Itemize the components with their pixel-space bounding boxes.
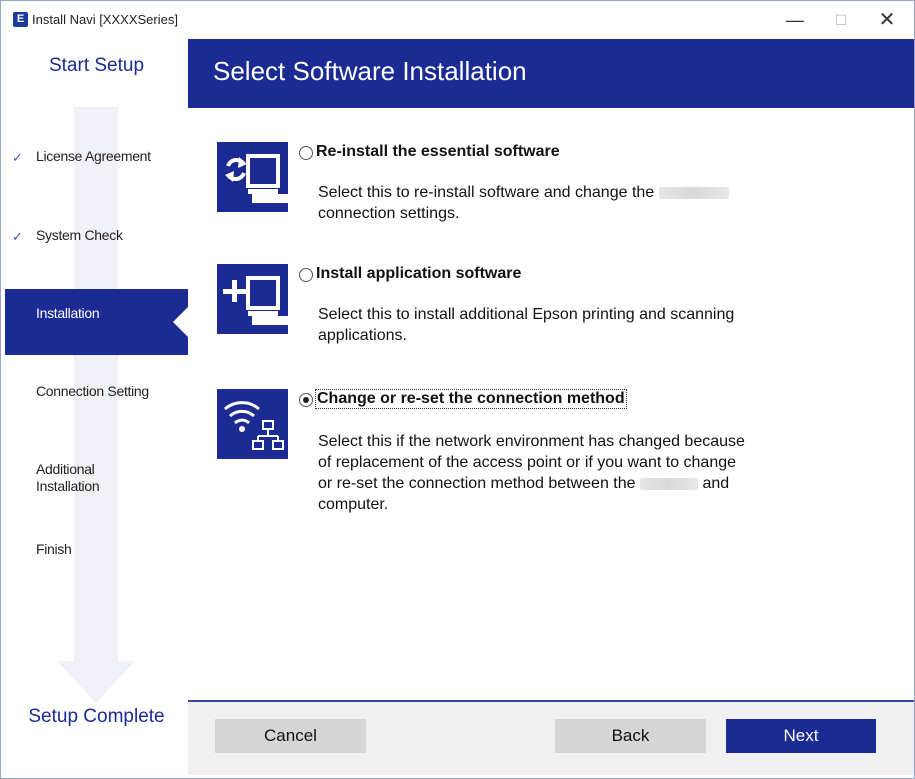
close-button[interactable]: ✕ (864, 5, 910, 35)
desc-text: of replacement of the access point or if… (318, 454, 737, 471)
wifi-network-icon (217, 389, 288, 459)
back-button[interactable]: Back (555, 719, 706, 753)
steps-sidebar: Start Setup ✓ License Agreement ✓ System… (5, 39, 188, 775)
radio-install-application[interactable] (299, 268, 313, 282)
maximize-button[interactable]: ☐ (818, 5, 864, 35)
option-description: Select this to re-install software and c… (318, 182, 838, 224)
add-application-icon (217, 264, 288, 334)
window-title: Install Navi [XXXXSeries] (32, 12, 178, 27)
step-installation-active: Installation (5, 289, 188, 355)
progress-arrow-head (57, 661, 135, 703)
desc-text: Select this to re-install software and c… (318, 184, 655, 201)
desc-text: applications. (318, 327, 407, 344)
step-label-line2: Installation (36, 478, 100, 494)
option-description: Select this if the network environment h… (318, 431, 838, 515)
redacted-printer-name (658, 186, 729, 199)
desc-text: Select this to install additional Epson … (318, 306, 735, 323)
step-label: License Agreement (36, 148, 151, 164)
option-description: Select this to install additional Epson … (318, 304, 838, 346)
desc-text: connection settings. (318, 205, 460, 222)
redacted-printer-name (639, 477, 698, 490)
check-icon: ✓ (12, 229, 23, 244)
desc-text: or re-set the connection method between … (318, 475, 636, 492)
radio-reinstall[interactable] (299, 146, 313, 160)
page-header: Select Software Installation (188, 39, 914, 108)
step-label: Installation (36, 305, 100, 321)
app-icon: E (13, 12, 28, 27)
next-button[interactable]: Next (726, 719, 876, 753)
option-title: Install application software (316, 265, 522, 282)
desc-text: Select this if the network environment h… (318, 433, 745, 450)
step-label: System Check (36, 227, 123, 243)
installer-window: E Install Navi [XXXXSeries] — ☐ ✕ Start … (0, 0, 915, 779)
radio-change-connection[interactable] (299, 393, 313, 407)
option-title: Change or re-set the connection method (315, 389, 627, 409)
step-label-line1: Additional (36, 461, 95, 477)
cancel-button[interactable]: Cancel (215, 719, 366, 753)
desc-text: and (702, 475, 730, 492)
reinstall-icon (217, 142, 288, 212)
step-label: Additional Installation (36, 461, 100, 495)
active-step-notch (173, 307, 188, 337)
option-title: Re-install the essential software (316, 143, 560, 160)
desc-text: computer. (318, 496, 389, 513)
check-icon: ✓ (12, 150, 23, 165)
step-label: Finish (36, 541, 72, 557)
sidebar-title: Start Setup (48, 55, 145, 76)
title-bar: E Install Navi [XXXXSeries] — ☐ ✕ (1, 1, 914, 39)
options-panel: Re-install the essential software Select… (188, 108, 914, 700)
setup-complete-label: Setup Complete (28, 706, 165, 727)
step-label: Connection Setting (36, 383, 149, 399)
page-title: Select Software Installation (213, 56, 527, 86)
minimize-button[interactable]: — (772, 5, 818, 35)
button-bar: Cancel Back Next (188, 700, 914, 775)
